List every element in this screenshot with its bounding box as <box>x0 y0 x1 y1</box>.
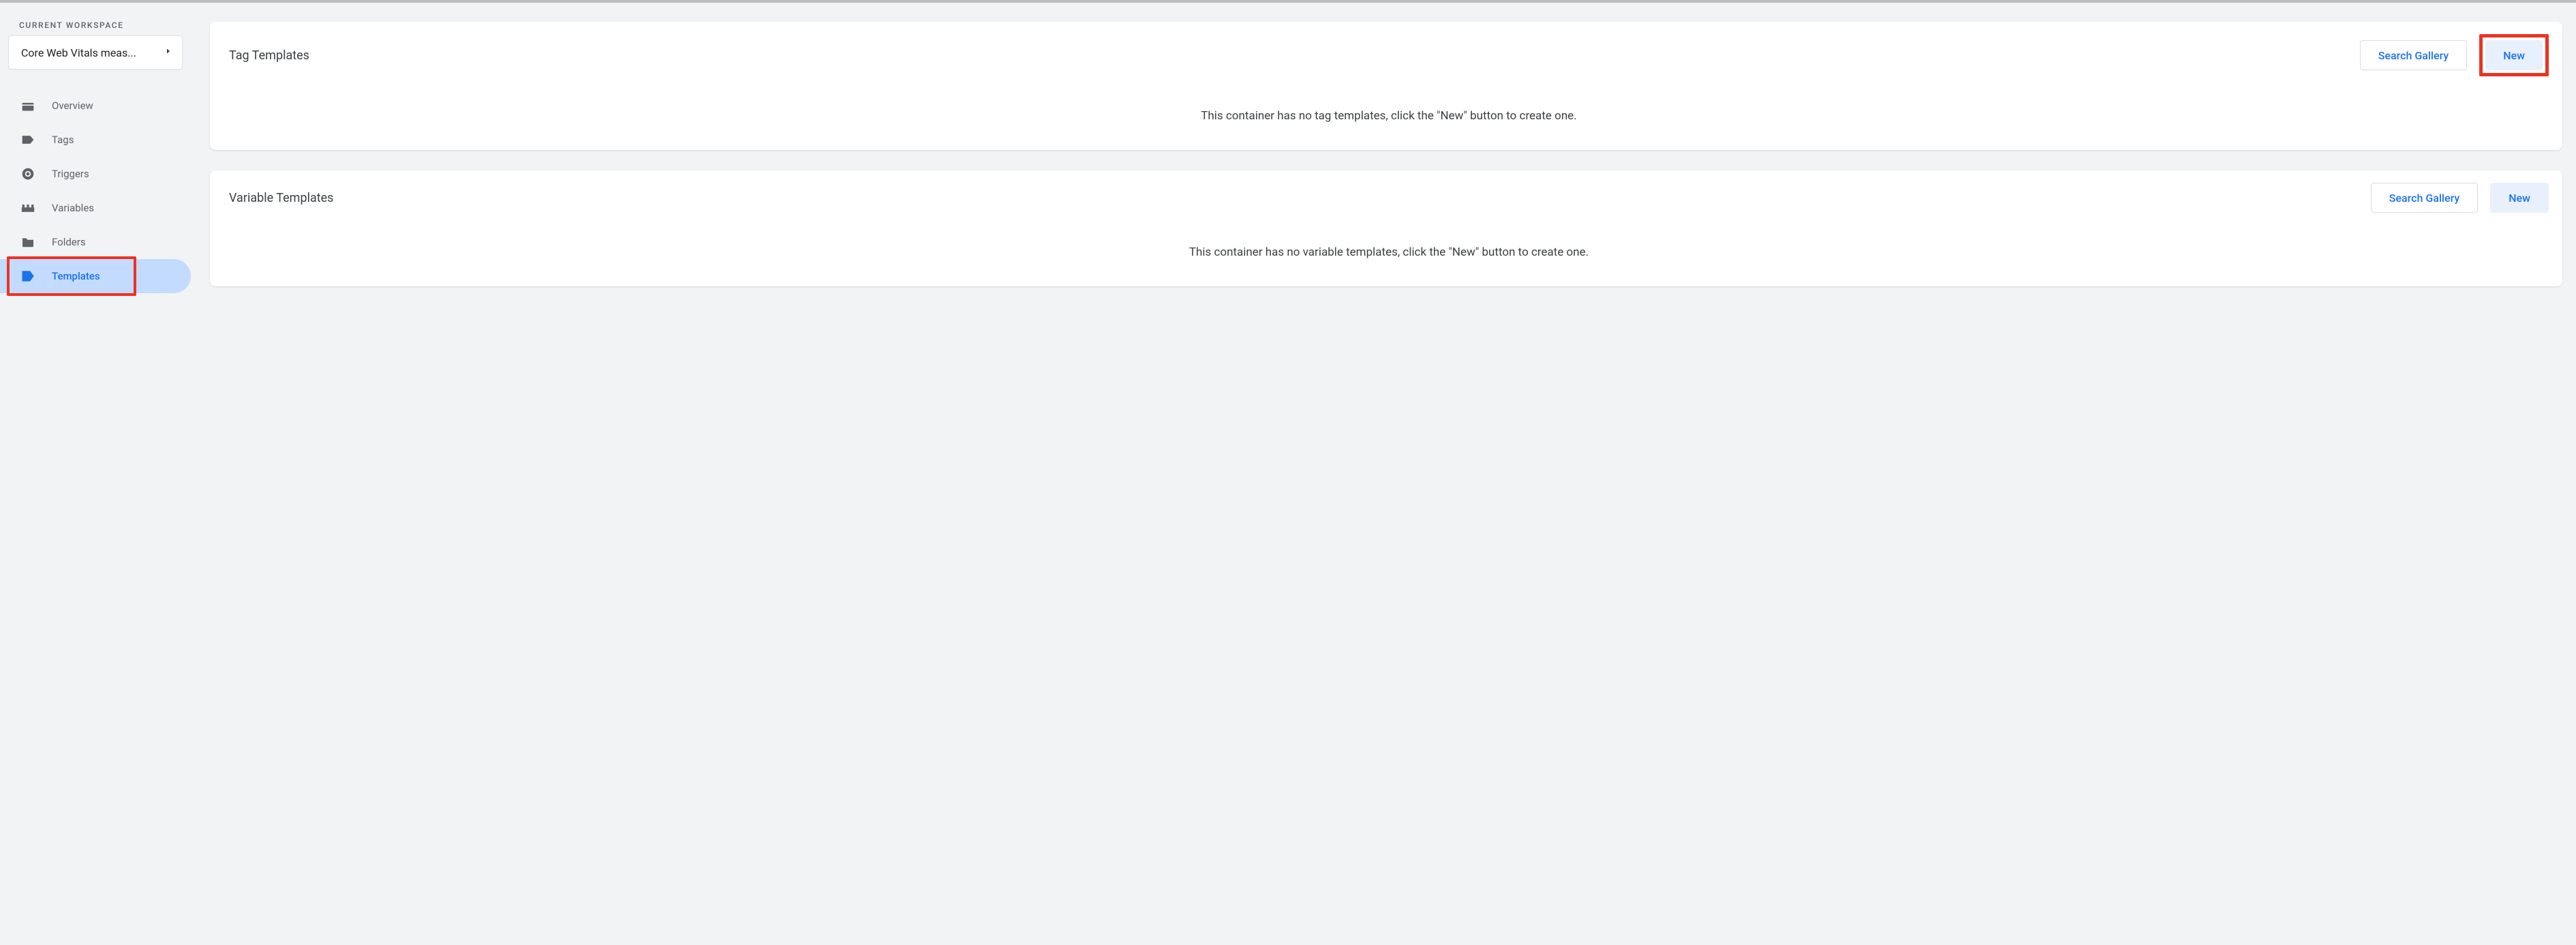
sidebar-item-variables[interactable]: Variables <box>0 191 191 225</box>
sidebar-item-label: Tags <box>52 134 74 146</box>
workspace-name: Core Web Vitals meas... <box>21 46 136 59</box>
sidebar-item-templates[interactable]: Templates <box>0 259 191 293</box>
tag-icon <box>20 134 35 145</box>
variable-templates-empty-message: This container has no variable templates… <box>229 245 2549 259</box>
sidebar-item-label: Triggers <box>52 168 89 180</box>
main-content: Tag Templates Search Gallery New This co… <box>191 7 2576 392</box>
chevron-right-icon <box>164 45 172 60</box>
card-actions: Search Gallery New <box>2360 34 2549 76</box>
variable-templates-new-button[interactable]: New <box>2490 183 2549 213</box>
sidebar-item-overview[interactable]: Overview <box>0 89 191 123</box>
template-icon <box>20 270 35 282</box>
dashboard-icon <box>20 100 35 111</box>
sidebar-item-label: Variables <box>52 202 94 214</box>
sidebar: CURRENT WORKSPACE Core Web Vitals meas..… <box>0 7 191 392</box>
workspace-section-label: CURRENT WORKSPACE <box>0 20 191 35</box>
card-title: Tag Templates <box>229 48 309 63</box>
sidebar-item-label: Overview <box>52 100 93 112</box>
sidebar-item-tags[interactable]: Tags <box>0 123 191 157</box>
card-actions: Search Gallery New <box>2371 183 2549 213</box>
tag-templates-card: Tag Templates Search Gallery New This co… <box>210 22 2562 150</box>
folder-icon <box>20 237 35 247</box>
tag-templates-empty-message: This container has no tag templates, cli… <box>229 109 2549 123</box>
annotation-highlight-new-button: New <box>2479 34 2549 76</box>
sidebar-item-label: Templates <box>52 270 100 282</box>
tag-templates-search-gallery-button[interactable]: Search Gallery <box>2360 40 2468 70</box>
variable-templates-search-gallery-button[interactable]: Search Gallery <box>2371 183 2479 213</box>
workspace-selector[interactable]: Core Web Vitals meas... <box>8 35 183 70</box>
sidebar-item-folders[interactable]: Folders <box>0 225 191 259</box>
trigger-icon <box>20 167 35 181</box>
sidebar-item-triggers[interactable]: Triggers <box>0 157 191 191</box>
card-title: Variable Templates <box>229 191 333 205</box>
tag-templates-new-button[interactable]: New <box>2485 40 2543 70</box>
sidebar-nav: Overview Tags Triggers <box>0 89 191 293</box>
sidebar-item-label: Folders <box>52 236 86 248</box>
variables-icon <box>20 203 35 213</box>
variable-templates-card: Variable Templates Search Gallery New Th… <box>210 170 2562 286</box>
